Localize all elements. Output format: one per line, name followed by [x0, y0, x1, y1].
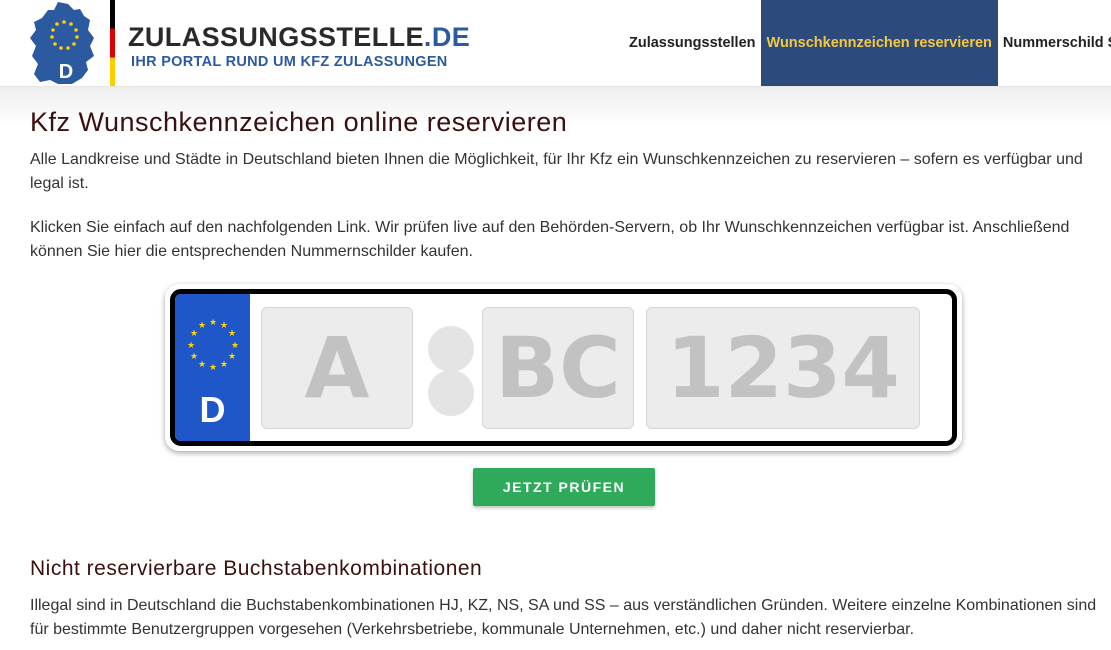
main-nav: Zulassungsstellen Wunschkennzeichen rese… — [624, 0, 1111, 86]
instructions-paragraph: Klicken Sie einfach auf den nachfolgende… — [30, 219, 1070, 260]
inspection-seal-bottom — [428, 370, 474, 416]
forbidden-combinations-text: Illegal sind in Deutschland die Buchstab… — [30, 597, 1097, 638]
svg-text:★: ★ — [220, 321, 228, 331]
brand-tld: .DE — [423, 22, 471, 52]
nav-item-wunschkennzeichen[interactable]: Wunschkennzeichen reservieren — [760, 0, 998, 86]
svg-text:★: ★ — [228, 352, 236, 362]
registration-seal-top — [428, 326, 474, 372]
brand-tagline: IHR PORTAL RUND UM KFZ ZULASSUNGEN — [131, 54, 448, 70]
numbers-input[interactable]: 1234 — [646, 307, 920, 429]
german-flag-bar — [110, 0, 115, 86]
svg-text:★: ★ — [190, 352, 198, 362]
brand-name: ZULASSUNGSSTELLE — [128, 22, 424, 52]
eu-band: ★ ★ ★ ★ ★ ★ ★ ★ ★ ★ ★ ★ D — [175, 294, 250, 441]
svg-text:★: ★ — [190, 329, 198, 339]
nav-item-zulassungsstellen[interactable]: Zulassungsstellen — [624, 0, 761, 86]
page-title: Kfz Wunschkennzeichen online reservieren — [30, 107, 568, 137]
check-availability-button[interactable]: JETZT PRÜFEN — [473, 468, 655, 506]
svg-text:★: ★ — [209, 318, 217, 328]
letters-input[interactable]: BC — [482, 307, 634, 429]
logo-letter: D — [59, 61, 73, 83]
brand-title: ZULASSUNGSSTELLE.DE — [128, 22, 470, 53]
license-plate-widget: ★ ★ ★ ★ ★ ★ ★ ★ ★ ★ ★ ★ D A BC 1234 — [165, 284, 962, 451]
site-header: D ZULASSUNGSSTELLE.DE IHR PORTAL RUND UM… — [0, 0, 1111, 87]
svg-text:★: ★ — [209, 363, 217, 373]
nav-item-nummerschild[interactable]: Nummerschild S — [998, 0, 1111, 86]
svg-text:★: ★ — [198, 360, 206, 370]
district-input[interactable]: A — [261, 307, 413, 429]
svg-text:★: ★ — [220, 360, 228, 370]
license-plate: ★ ★ ★ ★ ★ ★ ★ ★ ★ ★ ★ ★ D A BC 1234 — [170, 289, 957, 446]
section-title-forbidden-combinations: Nicht reservierbare Buchstabenkombinatio… — [30, 557, 483, 580]
country-code: D — [199, 389, 226, 430]
svg-text:★: ★ — [231, 341, 239, 351]
intro-paragraph: Alle Landkreise und Städte in Deutschlan… — [30, 151, 1083, 192]
eu-stars-icon: ★ ★★ ★★★ ★★★ ★★★ — [187, 318, 239, 373]
germany-map-logo-icon: D — [30, 2, 94, 84]
svg-text:★: ★ — [187, 341, 195, 351]
svg-text:★: ★ — [228, 329, 236, 339]
svg-text:★: ★ — [198, 321, 206, 331]
